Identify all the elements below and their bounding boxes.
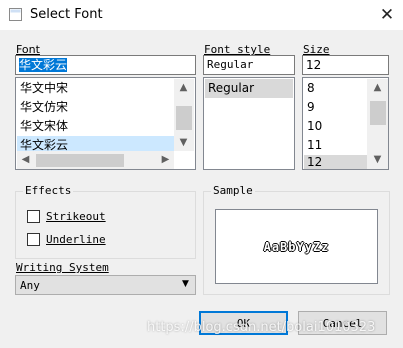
list-item[interactable]: 华文中宋 — [17, 79, 174, 98]
list-item[interactable]: 9 — [304, 98, 367, 117]
scroll-left-icon[interactable]: ◀ — [17, 151, 34, 168]
font-input[interactable]: 华文彩云 — [15, 55, 196, 75]
font-style-list[interactable]: Regular — [203, 77, 295, 170]
scroll-up-icon[interactable]: ▲ — [369, 79, 386, 96]
chevron-down-icon[interactable]: ▼ — [182, 279, 189, 289]
effects-group — [15, 191, 196, 259]
scroll-right-icon[interactable]: ▶ — [157, 151, 174, 168]
writing-system-label: Writing System — [16, 261, 109, 274]
scroll-down-icon[interactable]: ▼ — [175, 134, 192, 151]
font-style-input[interactable]: Regular — [203, 55, 295, 75]
font-list-hscroll[interactable]: ◀ ▶ — [17, 151, 174, 169]
window-title: Select Font — [30, 7, 103, 22]
size-input[interactable]: 12 — [302, 55, 389, 75]
list-item[interactable]: 8 — [304, 79, 367, 98]
list-item[interactable]: 10 — [304, 117, 367, 136]
watermark: https://blog.csdn.net/bolai1010323 — [147, 320, 376, 335]
scroll-thumb[interactable] — [36, 154, 124, 167]
scroll-down-icon[interactable]: ▼ — [369, 151, 386, 168]
scroll-thumb[interactable] — [176, 106, 192, 130]
size-list-vscroll[interactable]: ▲ ▼ — [367, 79, 388, 169]
underline-checkbox[interactable] — [27, 233, 40, 246]
list-item[interactable]: 华文仿宋 — [17, 98, 174, 117]
effects-label: Effects — [23, 184, 74, 197]
font-list-vscroll[interactable]: ▲ ▼ — [174, 79, 194, 151]
scroll-up-icon[interactable]: ▲ — [175, 79, 192, 96]
sample-label: Sample — [211, 184, 255, 197]
sample-text: AaBbYyZz — [263, 239, 330, 254]
scroll-thumb[interactable] — [370, 101, 386, 125]
writing-system-value: Any — [20, 279, 40, 292]
underline-label[interactable]: Underline — [46, 233, 106, 246]
list-item[interactable]: 华文宋体 — [17, 117, 174, 136]
size-list[interactable]: 8 9 10 11 12 ▲ ▼ — [302, 77, 389, 170]
list-item-selected[interactable]: Regular — [205, 79, 293, 98]
strikeout-label[interactable]: Strikeout — [46, 210, 106, 223]
sample-preview: AaBbYyZz — [215, 209, 378, 284]
list-item-selected[interactable]: 12 — [304, 155, 367, 169]
list-item[interactable]: 11 — [304, 136, 367, 155]
strikeout-checkbox[interactable] — [27, 210, 40, 223]
writing-system-select[interactable]: Any ▼ — [15, 275, 196, 295]
window-icon — [9, 8, 22, 21]
close-icon[interactable]: ✕ — [371, 0, 403, 30]
font-list[interactable]: 华文中宋 华文仿宋 华文宋体 华文彩云 ▲ ▼ ◀ ▶ — [15, 77, 196, 170]
